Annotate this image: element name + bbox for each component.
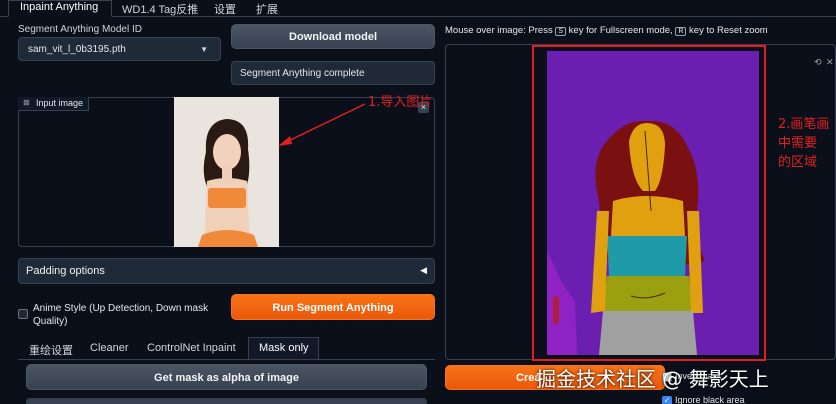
annotation-arrow: [278, 103, 366, 146]
annotation-brush-area: 2.画笔画 中需要 的区域: [778, 115, 829, 172]
annotation-line-1: 2.画笔画: [778, 117, 830, 132]
annotation-highlight-box: [532, 45, 766, 361]
close-icon[interactable]: ✕: [826, 57, 834, 68]
annotation-import-image: 1.导入图片: [368, 95, 433, 110]
chevron-down-icon: ▼: [200, 45, 208, 54]
instructions-mid: key for Fullscreen mode,: [568, 25, 673, 36]
subtab-controlnet-inpaint[interactable]: ControlNet Inpaint: [147, 342, 236, 354]
model-select[interactable]: sam_vit_l_0b3195.pth ▼: [18, 37, 221, 61]
caret-left-icon: ◀: [420, 265, 427, 275]
ignore-black-checkbox[interactable]: ✓: [662, 396, 672, 404]
annotation-line-3: 的区域: [778, 155, 818, 170]
download-model-button[interactable]: Download model: [231, 24, 435, 49]
status-text: Segment Anything complete: [240, 68, 365, 79]
annotation-line-2: 中需要: [778, 136, 818, 151]
input-photo: [174, 97, 279, 247]
fullscreen-instructions: Mouse over image: Press S key for Fullsc…: [445, 25, 768, 36]
model-id-label: Segment Anything Model ID: [18, 24, 142, 35]
key-r-badge: R: [675, 27, 687, 36]
watermark-text: 掘金技术社区 @ 舞影天上: [536, 367, 769, 391]
tab-wd14-tagger[interactable]: WD1.4 Tag反推: [122, 1, 198, 17]
undo-icon[interactable]: ⟲: [814, 57, 822, 68]
model-select-value: sam_vit_l_0b3195.pth: [28, 44, 126, 55]
subtab-divider: [18, 359, 435, 360]
next-button-edge: [26, 398, 427, 404]
tab-inpaint-anything[interactable]: Inpaint Anything: [20, 1, 98, 13]
tab-settings[interactable]: 设置: [214, 1, 236, 17]
subtab-cleaner[interactable]: Cleaner: [90, 342, 129, 354]
key-s-badge: S: [555, 27, 567, 36]
padding-options-label: Padding options: [26, 265, 105, 277]
anime-style-checkbox[interactable]: [18, 309, 28, 319]
input-image-label: Input image: [36, 98, 84, 108]
subtab-mask-only[interactable]: Mask only: [259, 342, 309, 354]
subtab-inpaint-settings[interactable]: 重绘设置: [29, 342, 73, 358]
image-icon: ⊠: [23, 98, 30, 107]
input-image-label-tab: ⊠ Input image: [18, 97, 90, 111]
status-box: Segment Anything complete: [231, 61, 435, 85]
tab-extensions[interactable]: 扩展: [256, 1, 278, 17]
instructions-post: key to Reset zoom: [689, 25, 768, 36]
run-segment-anything-button[interactable]: Run Segment Anything: [231, 294, 435, 320]
get-mask-alpha-button[interactable]: Get mask as alpha of image: [26, 364, 427, 390]
ignore-black-label: Ignore black area: [675, 395, 745, 404]
padding-options-accordion[interactable]: Padding options ◀: [18, 258, 435, 284]
instructions-pre: Mouse over image: Press: [445, 25, 553, 36]
anime-style-label: Anime Style (Up Detection, Down mask Qua…: [33, 303, 209, 327]
